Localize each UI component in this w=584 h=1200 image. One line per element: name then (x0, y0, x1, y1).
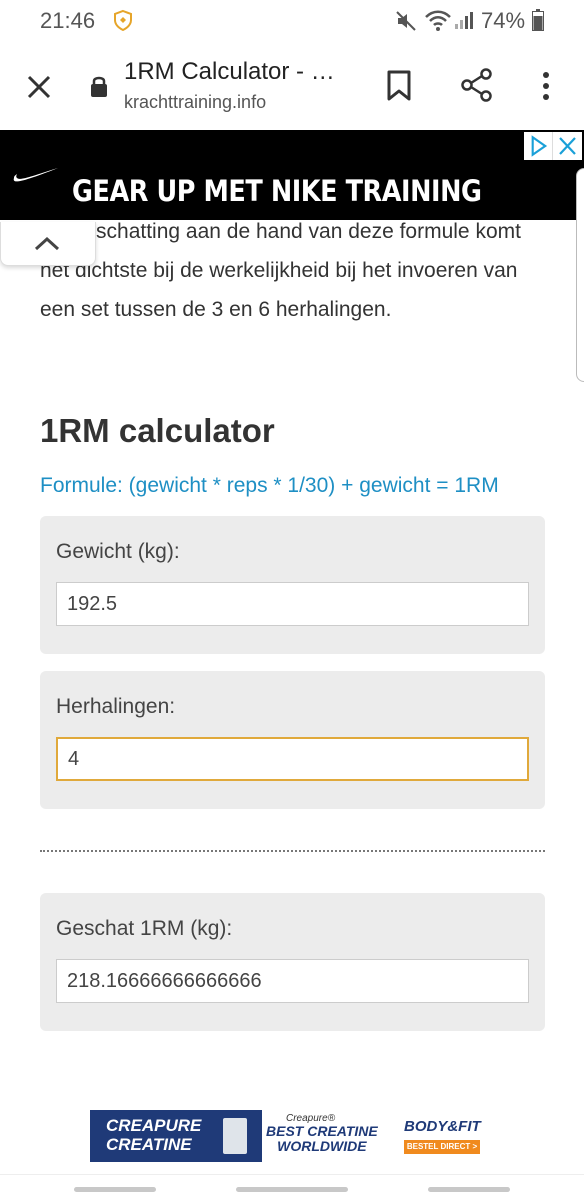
result-label: Geschat 1RM (kg): (56, 917, 233, 940)
ad-choices-icon[interactable] (524, 132, 553, 160)
ad-collapse-button[interactable] (0, 222, 96, 266)
result-output[interactable] (56, 959, 529, 1003)
calculator-heading: 1RM calculator (40, 412, 275, 449)
ad-choices[interactable] (524, 132, 582, 160)
nike-swoosh-icon (13, 168, 59, 182)
side-panel-handle[interactable] (576, 168, 584, 382)
system-nav-bar (0, 1174, 584, 1200)
reps-input[interactable] (56, 737, 529, 781)
signal-icon (455, 12, 473, 29)
weight-input[interactable] (56, 582, 529, 626)
result-panel: Geschat 1RM (kg): (40, 893, 545, 1031)
nav-pill-center[interactable] (236, 1187, 348, 1192)
battery-percentage: 74% (481, 8, 526, 33)
weight-label: Gewicht (kg): (56, 540, 180, 563)
lock-icon (91, 76, 107, 97)
ad-close-icon[interactable] (553, 132, 582, 160)
status-bar: 21:46 74% (0, 0, 584, 42)
ad-banner-bottom[interactable]: CREAPURE CREATINE Creapure® BEST CREATIN… (90, 1110, 490, 1162)
page-url[interactable]: krachttraining.info (124, 92, 266, 113)
reps-label: Herhalingen: (56, 695, 176, 718)
browser-toolbar: 1RM Calculator - … krachttraining.info (0, 42, 584, 130)
ad-headline: GEAR UP MET NIKE TRAINING (72, 174, 482, 208)
divider (40, 850, 545, 852)
creapure-title-line1: CREAPURE (106, 1116, 202, 1135)
status-time: 21:46 (40, 8, 96, 33)
creapure-title-line2: CREATINE (106, 1135, 192, 1154)
bestel-direct-button[interactable]: BESTEL DIRECT > (404, 1140, 480, 1154)
chevron-up-icon (34, 236, 60, 251)
page-title[interactable]: 1RM Calculator - … (124, 58, 335, 86)
nav-pill-left[interactable] (74, 1187, 156, 1192)
best-creatine-line2: WORLDWIDE (277, 1138, 367, 1154)
best-creatine-line1: BEST CREATINE (266, 1123, 378, 1139)
bodyfit-logo: BODY&FIT (404, 1118, 481, 1135)
formula-text: Formule: (gewicht * reps * 1/30) + gewic… (40, 474, 499, 497)
close-icon[interactable] (24, 72, 54, 102)
more-options-icon[interactable] (536, 70, 556, 102)
product-tub-image (223, 1118, 247, 1154)
reps-panel: Herhalingen: (40, 671, 545, 809)
creapure-block: CREAPURE CREATINE (90, 1110, 262, 1162)
nav-pill-right[interactable] (428, 1187, 510, 1192)
weight-panel: Gewicht (kg): (40, 516, 545, 654)
battery-icon (532, 9, 544, 31)
mute-icon (396, 11, 416, 31)
article-paragraph: ... De schatting aan de hand van deze fo… (40, 220, 521, 321)
bookmark-icon[interactable] (386, 70, 412, 102)
share-icon[interactable] (460, 68, 494, 102)
shield-icon (114, 9, 132, 31)
wifi-icon (425, 10, 451, 31)
ad-banner-top[interactable]: GEAR UP MET NIKE TRAINING (0, 130, 584, 220)
